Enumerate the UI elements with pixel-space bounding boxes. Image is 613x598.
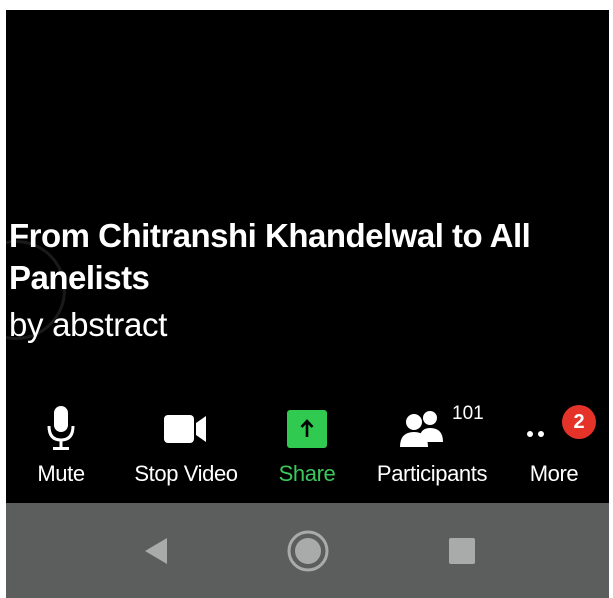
video-camera-icon [124,395,248,455]
more-dots-icon [527,431,544,437]
participants-label: Participants [376,461,488,486]
share-button[interactable]: Share [266,395,348,503]
participants-count: 101 [452,403,484,424]
android-nav-bar [6,503,609,598]
nav-home-button[interactable] [278,503,338,598]
mute-label: Mute [37,461,85,486]
meeting-toolbar: Mute Stop Video Share 101 Participants 2… [6,395,609,503]
more-button[interactable]: 2 More [516,395,596,503]
share-label: Share [278,461,336,486]
stop-video-button[interactable]: Stop Video [124,395,248,503]
chat-message-text: by abstract [9,306,168,343]
meeting-screen: From Chitranshi Khandelwal to All Paneli… [6,10,609,598]
notification-badge: 2 [562,405,596,439]
more-label: More [529,461,579,486]
nav-recents-button[interactable] [432,503,492,598]
home-circle-icon [287,530,329,571]
stop-video-label: Stop Video [134,461,238,486]
chat-message-overlay[interactable]: From Chitranshi Khandelwal to All Paneli… [9,215,599,347]
participants-icon-wrap: 101 [364,395,500,455]
share-up-arrow-icon [287,410,327,448]
recents-square-icon [449,537,475,564]
chat-sender-header: From Chitranshi Khandelwal to All Paneli… [9,217,531,296]
mute-button[interactable]: Mute [16,395,106,503]
more-icon-wrap: 2 [516,395,596,455]
participants-button[interactable]: 101 Participants [364,395,500,503]
participants-icon [400,411,443,447]
nav-back-button[interactable] [126,503,186,598]
share-icon-wrap [266,395,348,455]
microphone-icon [16,395,106,455]
back-triangle-icon [145,537,167,564]
